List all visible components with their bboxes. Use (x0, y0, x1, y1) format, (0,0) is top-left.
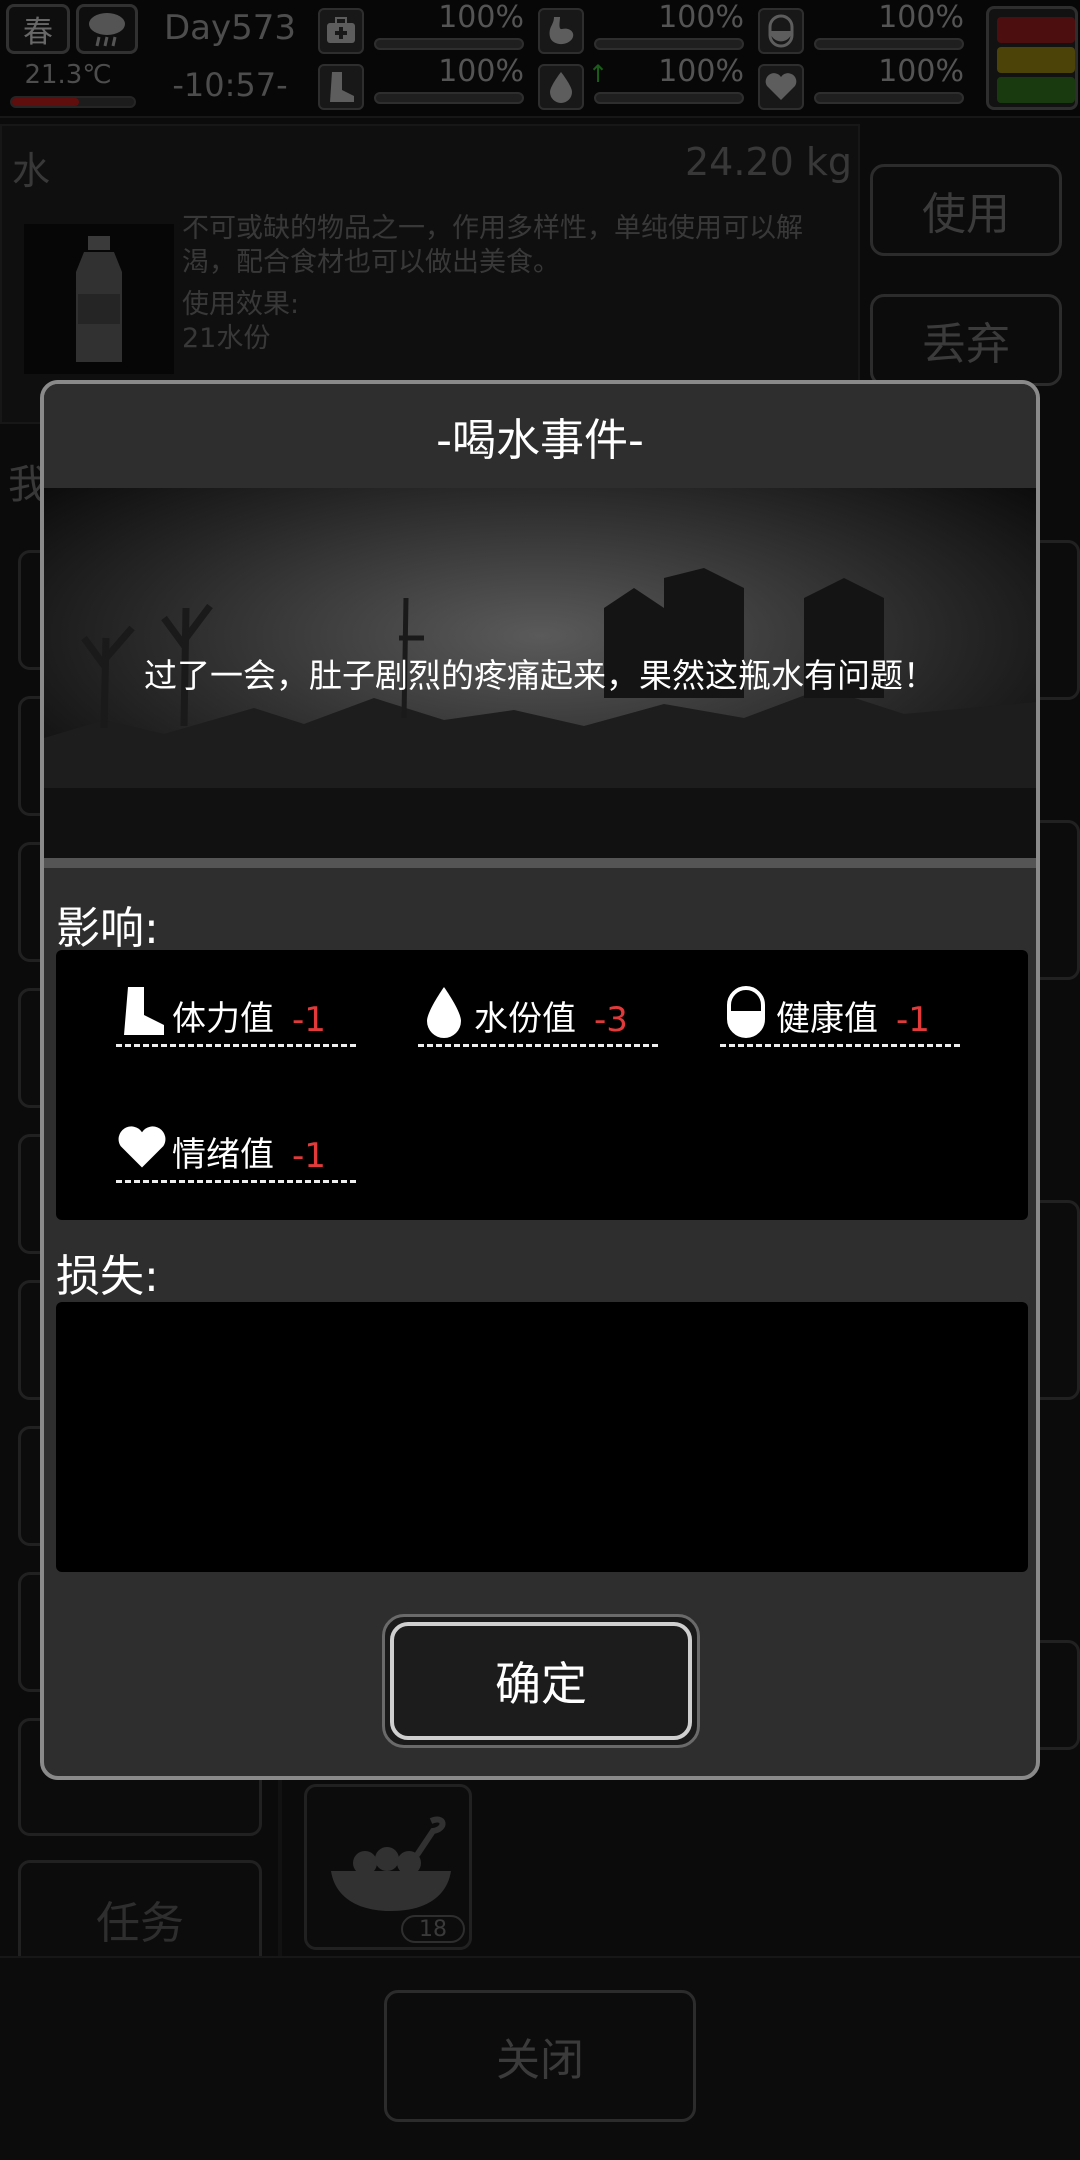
effect-value: -3 (594, 1000, 628, 1040)
effect-label: 体力值 (172, 999, 274, 1039)
effect-health: 健康值 -1 (720, 980, 930, 1040)
loss-box (56, 1302, 1028, 1572)
event-scene-image: 过了一会，肚子剧烈的疼痛起来，果然这瓶水有问题！ (44, 488, 1036, 858)
boot-icon (116, 984, 168, 1040)
pill-icon (720, 984, 772, 1040)
effect-water: 水份值 -3 (418, 980, 628, 1040)
event-description: 过了一会，肚子剧烈的疼痛起来，果然这瓶水有问题！ (144, 656, 936, 695)
effect-underline (116, 1044, 356, 1047)
effect-stamina: 体力值 -1 (116, 980, 326, 1040)
water-drop-icon (418, 984, 470, 1040)
effect-value: -1 (292, 1000, 326, 1040)
drink-water-event-dialog: -喝水事件- 过了一会，肚子剧烈的疼痛起来，果然这瓶水有问题！ 影响: 体力值 … (40, 380, 1040, 1780)
effect-value: -1 (896, 1000, 930, 1040)
effect-underline (116, 1180, 356, 1183)
confirm-button-frame: 确定 (382, 1614, 700, 1748)
effect-label: 水份值 (474, 999, 576, 1039)
confirm-button[interactable]: 确定 (390, 1622, 692, 1740)
effect-mood: 情绪值 -1 (116, 1116, 326, 1176)
dialog-title: -喝水事件- (44, 384, 1036, 488)
effect-underline (418, 1044, 658, 1047)
divider (44, 858, 1036, 868)
effects-label: 影响: (56, 903, 159, 954)
loss-label: 损失: (56, 1251, 159, 1302)
effect-underline (720, 1044, 960, 1047)
effect-label: 健康值 (776, 999, 878, 1039)
effects-box: 体力值 -1 水份值 -3 健康值 -1 情绪值 -1 (56, 950, 1028, 1220)
heart-icon (116, 1120, 168, 1176)
effect-label: 情绪值 (172, 1135, 274, 1175)
effect-value: -1 (292, 1136, 326, 1176)
